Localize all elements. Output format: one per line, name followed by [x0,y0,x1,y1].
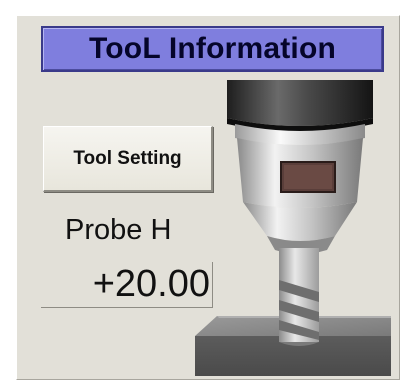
panel-title: TooL Information [88,32,337,65]
milling-tool-icon [195,80,391,376]
tool-setting-button-label: Tool Setting [73,147,182,169]
panel-title-bar: TooL Information [41,26,384,72]
probe-h-label: Probe H [65,214,172,246]
tool-information-panel: TooL Information Tool Setting Probe H +2… [16,15,400,380]
